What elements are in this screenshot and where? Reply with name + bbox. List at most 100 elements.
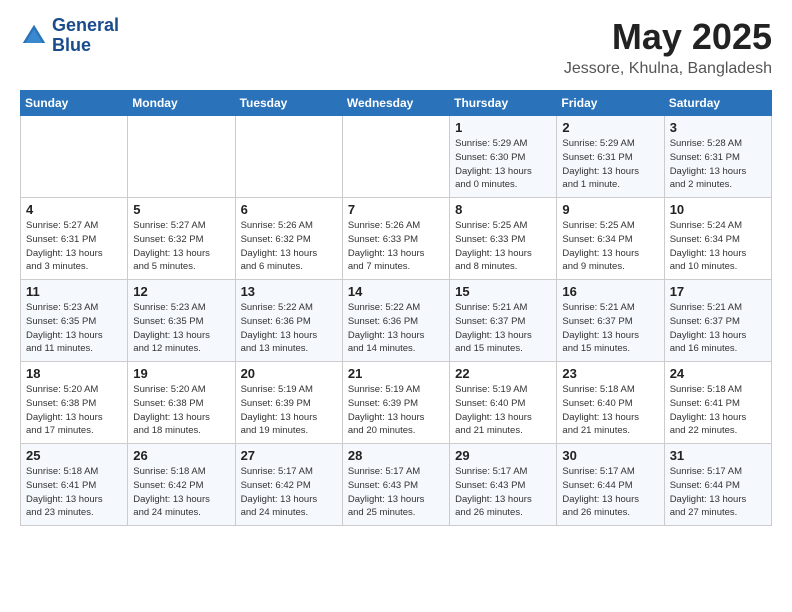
calendar-cell: 22 Sunrise: 5:19 AM Sunset: 6:40 PM Dayli…: [450, 362, 557, 444]
day-number: 11: [26, 284, 122, 299]
calendar-cell: 16 Sunrise: 5:21 AM Sunset: 6:37 PM Dayli…: [557, 280, 664, 362]
day-info: Sunrise: 5:21 AM Sunset: 6:37 PM Dayligh…: [670, 301, 766, 356]
logo-line1: General: [52, 16, 119, 36]
calendar-cell: 20 Sunrise: 5:19 AM Sunset: 6:39 PM Dayli…: [235, 362, 342, 444]
week-row-5: 25 Sunrise: 5:18 AM Sunset: 6:41 PM Dayli…: [21, 444, 772, 526]
day-info: Sunrise: 5:20 AM Sunset: 6:38 PM Dayligh…: [133, 383, 229, 438]
day-info: Sunrise: 5:17 AM Sunset: 6:44 PM Dayligh…: [562, 465, 658, 520]
calendar-cell: 12 Sunrise: 5:23 AM Sunset: 6:35 PM Dayli…: [128, 280, 235, 362]
day-number: 12: [133, 284, 229, 299]
calendar-cell: [128, 116, 235, 198]
day-info: Sunrise: 5:17 AM Sunset: 6:43 PM Dayligh…: [455, 465, 551, 520]
month-title: May 2025: [564, 16, 772, 58]
calendar-body: 1 Sunrise: 5:29 AM Sunset: 6:30 PM Daylig…: [21, 116, 772, 526]
calendar-cell: 7 Sunrise: 5:26 AM Sunset: 6:33 PM Daylig…: [342, 198, 449, 280]
calendar-cell: [342, 116, 449, 198]
location: Jessore, Khulna, Bangladesh: [564, 60, 772, 78]
day-info: Sunrise: 5:26 AM Sunset: 6:32 PM Dayligh…: [241, 219, 337, 274]
day-info: Sunrise: 5:19 AM Sunset: 6:40 PM Dayligh…: [455, 383, 551, 438]
calendar-cell: 4 Sunrise: 5:27 AM Sunset: 6:31 PM Daylig…: [21, 198, 128, 280]
calendar-cell: 1 Sunrise: 5:29 AM Sunset: 6:30 PM Daylig…: [450, 116, 557, 198]
day-info: Sunrise: 5:26 AM Sunset: 6:33 PM Dayligh…: [348, 219, 444, 274]
day-info: Sunrise: 5:29 AM Sunset: 6:31 PM Dayligh…: [562, 137, 658, 192]
day-info: Sunrise: 5:18 AM Sunset: 6:42 PM Dayligh…: [133, 465, 229, 520]
day-info: Sunrise: 5:23 AM Sunset: 6:35 PM Dayligh…: [133, 301, 229, 356]
week-row-3: 11 Sunrise: 5:23 AM Sunset: 6:35 PM Dayli…: [21, 280, 772, 362]
calendar-cell: 19 Sunrise: 5:20 AM Sunset: 6:38 PM Dayli…: [128, 362, 235, 444]
day-info: Sunrise: 5:29 AM Sunset: 6:30 PM Dayligh…: [455, 137, 551, 192]
calendar-cell: 5 Sunrise: 5:27 AM Sunset: 6:32 PM Daylig…: [128, 198, 235, 280]
day-info: Sunrise: 5:17 AM Sunset: 6:43 PM Dayligh…: [348, 465, 444, 520]
calendar-cell: 11 Sunrise: 5:23 AM Sunset: 6:35 PM Dayli…: [21, 280, 128, 362]
day-info: Sunrise: 5:23 AM Sunset: 6:35 PM Dayligh…: [26, 301, 122, 356]
day-info: Sunrise: 5:18 AM Sunset: 6:41 PM Dayligh…: [26, 465, 122, 520]
weekday-row: SundayMondayTuesdayWednesdayThursdayFrid…: [21, 91, 772, 116]
day-number: 7: [348, 202, 444, 217]
calendar-cell: 30 Sunrise: 5:17 AM Sunset: 6:44 PM Dayli…: [557, 444, 664, 526]
day-number: 28: [348, 448, 444, 463]
day-number: 5: [133, 202, 229, 217]
weekday-header-friday: Friday: [557, 91, 664, 116]
calendar-cell: 18Sunrise: 5:20 AM Sunset: 6:38 PM Dayli…: [21, 362, 128, 444]
weekday-header-wednesday: Wednesday: [342, 91, 449, 116]
day-number: 19: [133, 366, 229, 381]
logo-text: General Blue: [52, 16, 119, 56]
day-info: Sunrise: 5:27 AM Sunset: 6:31 PM Dayligh…: [26, 219, 122, 274]
day-number: 20: [241, 366, 337, 381]
day-info: Sunrise: 5:21 AM Sunset: 6:37 PM Dayligh…: [562, 301, 658, 356]
calendar-cell: 9Sunrise: 5:25 AM Sunset: 6:34 PM Daylig…: [557, 198, 664, 280]
calendar-cell: 24Sunrise: 5:18 AM Sunset: 6:41 PM Dayli…: [664, 362, 771, 444]
title-block: May 2025 Jessore, Khulna, Bangladesh: [564, 16, 772, 78]
calendar-table: SundayMondayTuesdayWednesdayThursdayFrid…: [20, 90, 772, 526]
calendar-cell: 26Sunrise: 5:18 AM Sunset: 6:42 PM Dayli…: [128, 444, 235, 526]
day-info: Sunrise: 5:20 AM Sunset: 6:38 PM Dayligh…: [26, 383, 122, 438]
weekday-header-thursday: Thursday: [450, 91, 557, 116]
day-info: Sunrise: 5:27 AM Sunset: 6:32 PM Dayligh…: [133, 219, 229, 274]
day-number: 6: [241, 202, 337, 217]
week-row-4: 18Sunrise: 5:20 AM Sunset: 6:38 PM Dayli…: [21, 362, 772, 444]
day-info: Sunrise: 5:19 AM Sunset: 6:39 PM Dayligh…: [241, 383, 337, 438]
day-info: Sunrise: 5:17 AM Sunset: 6:44 PM Dayligh…: [670, 465, 766, 520]
day-number: 1: [455, 120, 551, 135]
day-info: Sunrise: 5:28 AM Sunset: 6:31 PM Dayligh…: [670, 137, 766, 192]
day-info: Sunrise: 5:18 AM Sunset: 6:41 PM Dayligh…: [670, 383, 766, 438]
calendar-cell: 23Sunrise: 5:18 AM Sunset: 6:40 PM Dayli…: [557, 362, 664, 444]
day-number: 29: [455, 448, 551, 463]
day-number: 22: [455, 366, 551, 381]
day-number: 25: [26, 448, 122, 463]
day-number: 4: [26, 202, 122, 217]
calendar-cell: 17 Sunrise: 5:21 AM Sunset: 6:37 PM Dayli…: [664, 280, 771, 362]
day-info: Sunrise: 5:22 AM Sunset: 6:36 PM Dayligh…: [348, 301, 444, 356]
day-number: 30: [562, 448, 658, 463]
calendar-cell: 27Sunrise: 5:17 AM Sunset: 6:42 PM Dayli…: [235, 444, 342, 526]
calendar-cell: 10Sunrise: 5:24 AM Sunset: 6:34 PM Dayli…: [664, 198, 771, 280]
day-number: 8: [455, 202, 551, 217]
logo-line2: Blue: [52, 36, 119, 56]
page: General Blue May 2025 Jessore, Khulna, B…: [0, 0, 792, 542]
day-number: 13: [241, 284, 337, 299]
day-number: 10: [670, 202, 766, 217]
weekday-header-monday: Monday: [128, 91, 235, 116]
day-number: 16: [562, 284, 658, 299]
header: General Blue May 2025 Jessore, Khulna, B…: [20, 16, 772, 78]
calendar-cell: 14Sunrise: 5:22 AM Sunset: 6:36 PM Dayli…: [342, 280, 449, 362]
weekday-header-saturday: Saturday: [664, 91, 771, 116]
calendar-cell: 28 Sunrise: 5:17 AM Sunset: 6:43 PM Dayli…: [342, 444, 449, 526]
calendar-cell: 2Sunrise: 5:29 AM Sunset: 6:31 PM Daylig…: [557, 116, 664, 198]
day-number: 17: [670, 284, 766, 299]
day-info: Sunrise: 5:17 AM Sunset: 6:42 PM Dayligh…: [241, 465, 337, 520]
calendar-cell: 8 Sunrise: 5:25 AM Sunset: 6:33 PM Daylig…: [450, 198, 557, 280]
weekday-header-sunday: Sunday: [21, 91, 128, 116]
calendar-cell: 6 Sunrise: 5:26 AM Sunset: 6:32 PM Daylig…: [235, 198, 342, 280]
day-info: Sunrise: 5:25 AM Sunset: 6:33 PM Dayligh…: [455, 219, 551, 274]
day-number: 21: [348, 366, 444, 381]
weekday-header-tuesday: Tuesday: [235, 91, 342, 116]
calendar-cell: 15Sunrise: 5:21 AM Sunset: 6:37 PM Dayli…: [450, 280, 557, 362]
day-number: 23: [562, 366, 658, 381]
calendar-cell: 29 Sunrise: 5:17 AM Sunset: 6:43 PM Dayli…: [450, 444, 557, 526]
day-number: 9: [562, 202, 658, 217]
week-row-1: 1 Sunrise: 5:29 AM Sunset: 6:30 PM Daylig…: [21, 116, 772, 198]
day-info: Sunrise: 5:22 AM Sunset: 6:36 PM Dayligh…: [241, 301, 337, 356]
calendar-cell: [21, 116, 128, 198]
day-number: 3: [670, 120, 766, 135]
